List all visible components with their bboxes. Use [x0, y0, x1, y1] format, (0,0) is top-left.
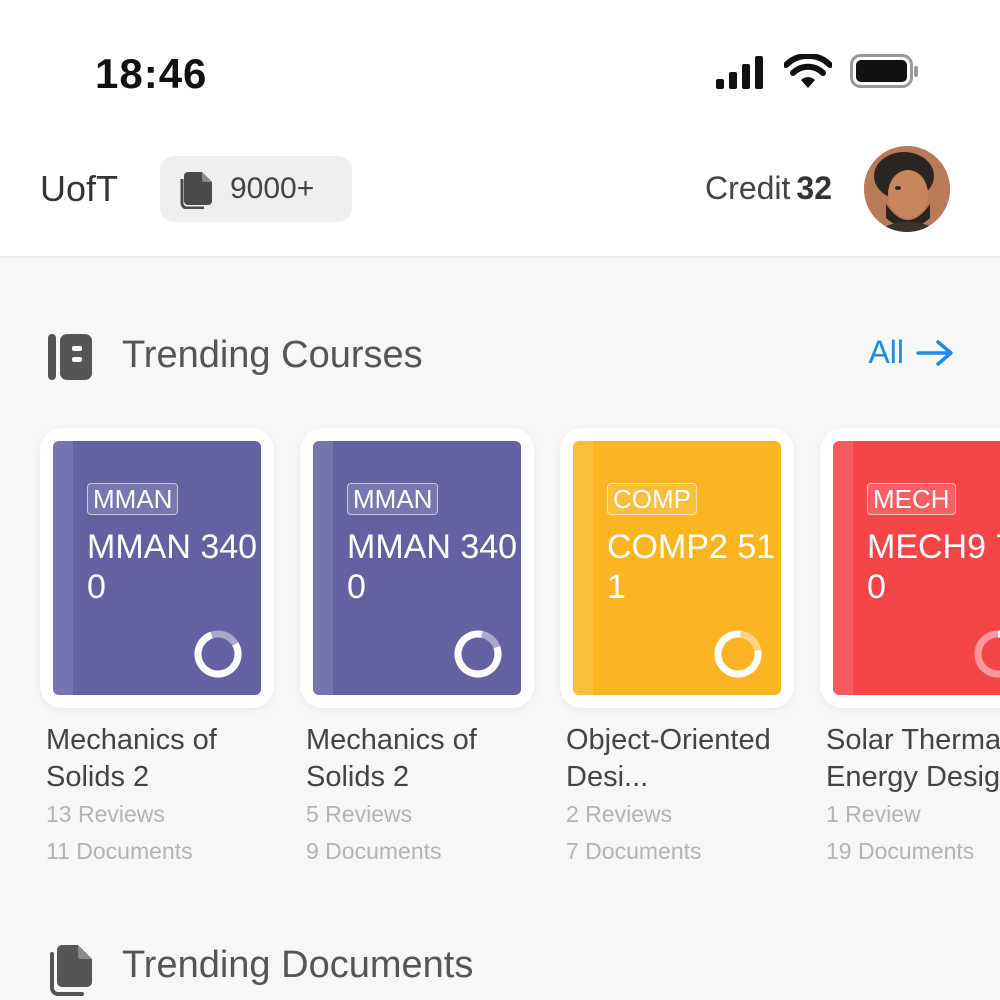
course-code: COMP2 511: [607, 528, 776, 606]
course-documents: 11 Documents: [46, 838, 193, 864]
course-tag: MMAN: [347, 483, 439, 515]
cover-spine: [833, 441, 853, 695]
course-card[interactable]: MMAN MMAN 3400 Mechanics of Solids 2 13 …: [40, 428, 274, 870]
course-card[interactable]: MMAN MMAN 3400 Mechanics of Solids 2 5 R…: [300, 428, 534, 870]
credit-value: 32: [796, 170, 832, 206]
course-name: Object-Oriented Desi...: [566, 724, 771, 793]
course-card[interactable]: MECH MECH9 720 Solar Thermal Energy Desi…: [820, 428, 1000, 870]
course-cover: MECH MECH9 720: [833, 441, 1000, 695]
course-cover: COMP COMP2 511: [573, 441, 781, 695]
status-bar: 18:46: [0, 0, 1000, 130]
cover-spine: [53, 441, 73, 695]
course-tag: MECH: [867, 483, 956, 515]
battery-icon: [850, 54, 918, 88]
trending-documents-header: Trending Documents: [0, 938, 1000, 998]
wifi-icon: [784, 54, 832, 88]
course-reviews: 1 Review: [826, 801, 921, 827]
status-time: 18:46: [95, 50, 208, 97]
course-tag: COMP: [607, 483, 697, 515]
course-cover-frame: MMAN MMAN 3400: [300, 428, 534, 708]
course-reviews: 13 Reviews: [46, 801, 165, 827]
course-name: Mechanics of Solids 2: [306, 724, 477, 793]
credit-display[interactable]: Credit 32: [705, 170, 832, 207]
course-cover-frame: MMAN MMAN 3400: [40, 428, 274, 708]
progress-ring-icon: [454, 630, 502, 678]
course-cover: MMAN MMAN 3400: [313, 441, 521, 695]
see-all-label: All: [868, 334, 904, 370]
school-selector[interactable]: UofT: [40, 168, 118, 210]
course-code: MMAN 3400: [87, 528, 258, 606]
course-cover-frame: COMP COMP2 511: [560, 428, 794, 708]
cellular-signal-icon: [716, 56, 763, 89]
course-tag: MMAN: [87, 483, 179, 515]
documents-count-pill[interactable]: 9000+: [160, 156, 352, 222]
app-screen: 18:46 UofT 9000+ Credit 32 Trending Cour…: [0, 0, 1000, 1000]
course-documents: 19 Documents: [826, 838, 975, 864]
progress-ring-icon: [194, 630, 242, 678]
trending-courses-header: Trending Courses All: [0, 328, 1000, 388]
cover-spine: [313, 441, 333, 695]
status-icons: [716, 52, 920, 92]
progress-ring-icon: [974, 630, 1000, 678]
documents-count: 9000+: [230, 172, 315, 205]
app-header: UofT 9000+ Credit 32: [0, 130, 1000, 258]
course-name: Mechanics of Solids 2: [46, 724, 217, 793]
cover-spine: [573, 441, 593, 695]
course-code: MECH9 720: [867, 528, 1000, 606]
course-documents: 9 Documents: [306, 838, 442, 864]
documents-icon: [180, 172, 212, 209]
avatar-image: [864, 146, 950, 232]
course-carousel[interactable]: MMAN MMAN 3400 Mechanics of Solids 2 13 …: [40, 428, 1000, 888]
see-all-courses-link[interactable]: All: [868, 334, 954, 371]
course-documents: 7 Documents: [566, 838, 702, 864]
course-reviews: 2 Reviews: [566, 801, 673, 827]
course-reviews: 5 Reviews: [306, 801, 413, 827]
course-card[interactable]: COMP COMP2 511 Object-Oriented Desi... 2…: [560, 428, 794, 870]
avatar[interactable]: [864, 146, 950, 232]
course-cover-frame: MECH MECH9 720: [820, 428, 1000, 708]
arrow-right-icon: [916, 339, 953, 366]
credit-label: Credit: [705, 170, 791, 206]
section-title: Trending Documents: [122, 944, 474, 986]
course-cover: MMAN MMAN 3400: [53, 441, 261, 695]
course-code: MMAN 3400: [347, 528, 518, 606]
course-name: Solar Thermal Energy Design: [826, 724, 1000, 793]
section-title: Trending Courses: [122, 334, 423, 376]
book-icon: [48, 334, 92, 380]
progress-ring-icon: [714, 630, 762, 678]
documents-icon: [50, 945, 92, 996]
